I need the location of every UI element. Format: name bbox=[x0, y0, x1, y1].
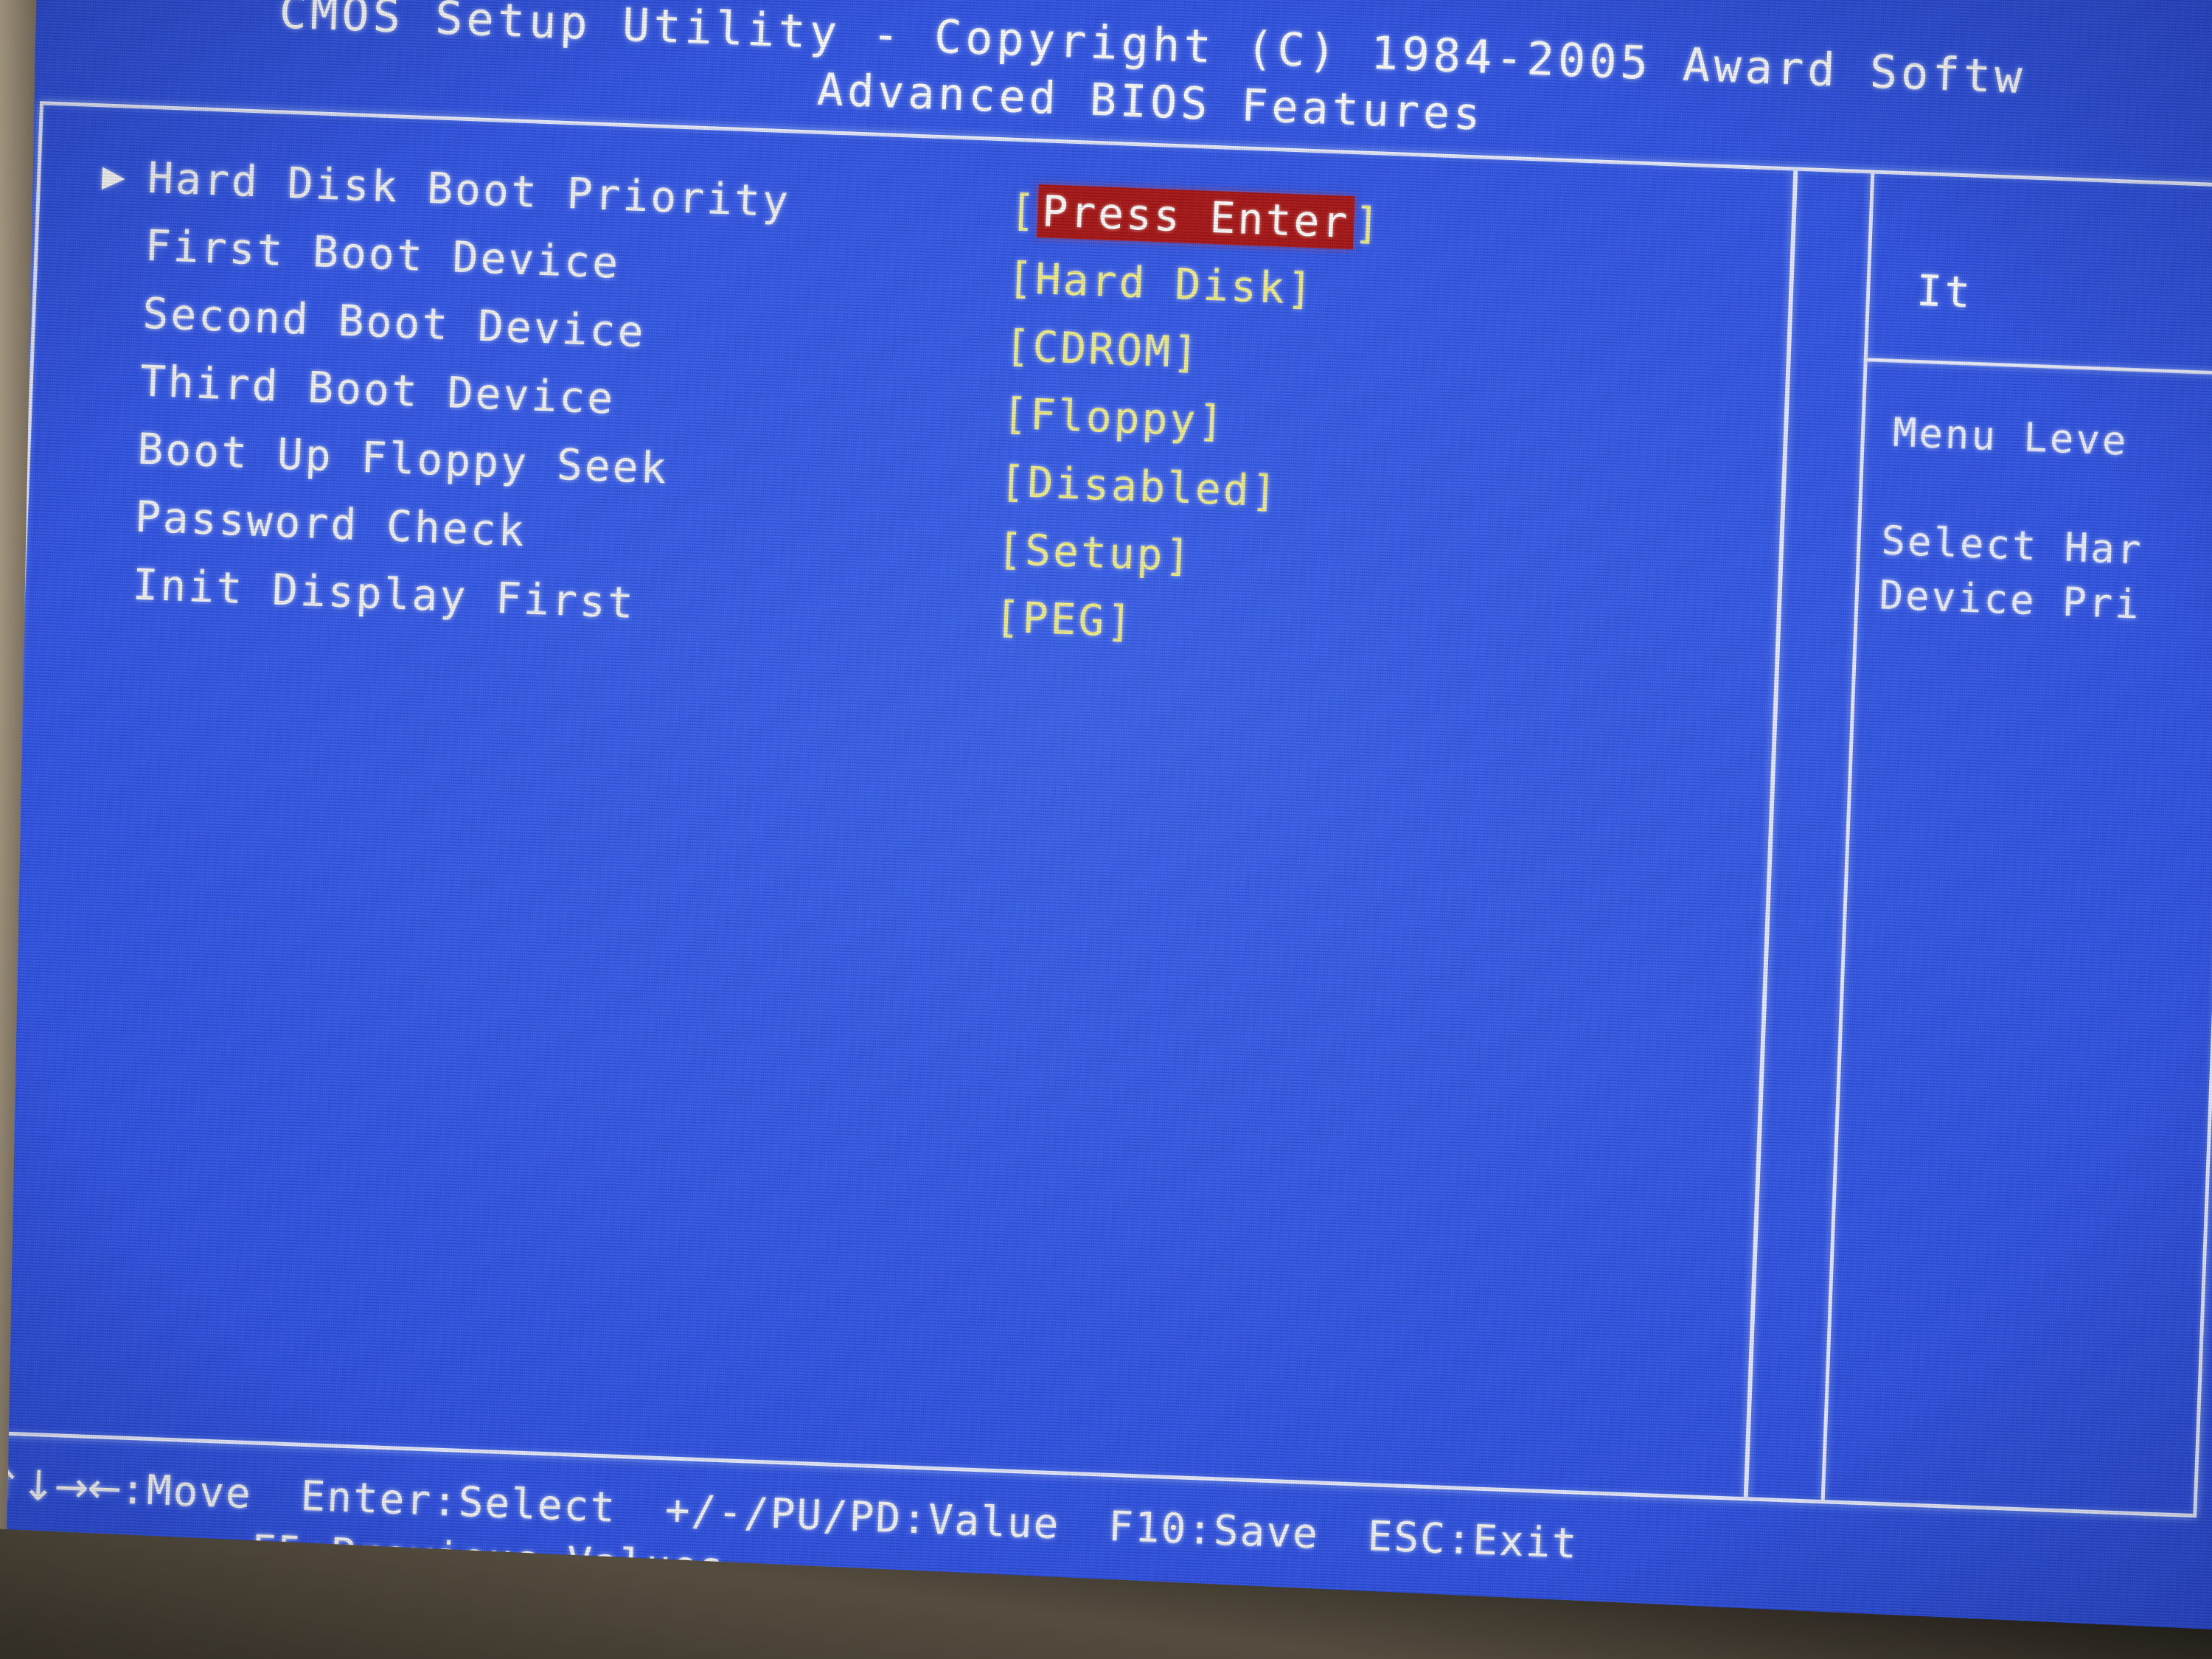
key-hint: ↑↓→←:Move bbox=[0, 1457, 253, 1523]
bracket-close: ] bbox=[1197, 395, 1227, 447]
help-pane-rule bbox=[1863, 358, 2212, 378]
setting-value[interactable]: [Press Enter] bbox=[1009, 184, 1383, 250]
bracket-close: ] bbox=[1285, 262, 1316, 315]
bracket-open: [ bbox=[996, 524, 1026, 575]
bracket-open: [ bbox=[998, 456, 1029, 507]
item-help-description-line2: Device Pri bbox=[1878, 571, 2142, 628]
key-hint-key: F10 bbox=[1107, 1502, 1189, 1554]
item-help-title: It bbox=[1916, 265, 1974, 318]
item-help-pane: It Menu Leve Select Har Device Pri bbox=[1753, 171, 2212, 1514]
key-hint: ESC:Exit bbox=[1366, 1509, 1579, 1573]
submenu-arrow-icon: ▶ bbox=[101, 153, 126, 199]
crt-photo: CMOS Setup Utility - Copyright (C) 1984-… bbox=[0, 0, 2212, 1659]
bracket-open: [ bbox=[1004, 320, 1034, 372]
key-hint-action: :Select bbox=[431, 1477, 618, 1532]
setting-value[interactable]: [Floppy] bbox=[1001, 388, 1227, 446]
setting-value-text: Disabled bbox=[1026, 456, 1253, 516]
bracket-close: ] bbox=[1164, 529, 1194, 582]
setting-value[interactable]: [PEG] bbox=[994, 591, 1135, 647]
bios-screen-wrapper: CMOS Setup Utility - Copyright (C) 1984-… bbox=[0, 0, 2212, 1659]
setting-value-text: Setup bbox=[1023, 524, 1166, 580]
setting-value[interactable]: [Hard Disk] bbox=[1006, 253, 1315, 315]
key-hint-action: :Value bbox=[900, 1495, 1061, 1549]
setting-value[interactable]: [Setup] bbox=[996, 524, 1194, 581]
key-hint-action: :Save bbox=[1186, 1505, 1320, 1559]
item-help-description-line1: Select Har bbox=[1880, 517, 2144, 574]
bracket-close: ] bbox=[1250, 465, 1280, 517]
bios-settings-list: ▶Hard Disk Boot Priority[Press Enter]▶Fi… bbox=[101, 144, 1383, 664]
bracket-open: [ bbox=[993, 591, 1024, 643]
help-pane-left-border bbox=[1820, 173, 1875, 1500]
bracket-open: [ bbox=[1006, 252, 1037, 304]
item-help-description: Select Har Device Pri bbox=[1878, 513, 2144, 632]
bracket-close: ] bbox=[1171, 327, 1202, 378]
setting-value-text: CDROM bbox=[1032, 321, 1174, 377]
bracket-close: ] bbox=[1352, 198, 1383, 249]
setting-value-text: Hard Disk bbox=[1034, 253, 1288, 313]
bracket-open: [ bbox=[1001, 388, 1032, 439]
key-hint-key: ESC bbox=[1366, 1512, 1448, 1564]
key-hint: F10:Save bbox=[1107, 1499, 1320, 1563]
bios-screen: CMOS Setup Utility - Copyright (C) 1984-… bbox=[0, 0, 2212, 1659]
setting-value[interactable]: [CDROM] bbox=[1004, 321, 1201, 378]
key-hint-key: ↑↓→← bbox=[0, 1460, 122, 1514]
setting-value[interactable]: [Disabled] bbox=[998, 456, 1279, 516]
key-hint-action: :Move bbox=[119, 1465, 253, 1519]
key-hint-action: :Exit bbox=[1445, 1515, 1579, 1568]
bracket-close: ] bbox=[1105, 595, 1135, 647]
key-hint-key: Enter bbox=[299, 1472, 434, 1526]
setting-value-text: PEG bbox=[1021, 592, 1107, 646]
bracket-open: [ bbox=[1009, 184, 1039, 237]
setting-value-text: Floppy bbox=[1029, 389, 1199, 446]
setting-value-text: Press Enter bbox=[1037, 184, 1355, 250]
key-hint-key: +/-/PU/PD bbox=[664, 1486, 903, 1543]
menu-level-label: Menu Leve bbox=[1891, 408, 2129, 465]
